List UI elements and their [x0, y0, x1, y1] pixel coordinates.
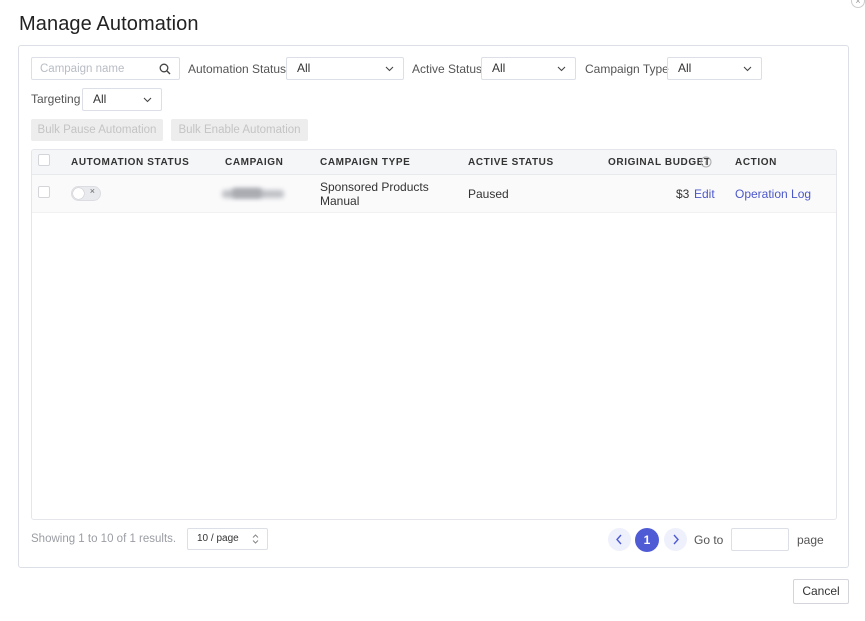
- targeting-label: Targeting: [31, 92, 81, 106]
- sort-arrows-icon: [252, 534, 259, 544]
- active-status-value: All: [492, 61, 506, 75]
- campaign-name-redacted: [222, 186, 288, 202]
- search-icon[interactable]: [159, 63, 171, 75]
- automation-status-label: Automation Status: [188, 62, 287, 76]
- results-summary: Showing 1 to 10 of 1 results.: [31, 533, 177, 545]
- table-header: AUTOMATION STATUS CAMPAIGN CAMPAIGN TYPE…: [32, 150, 836, 175]
- toggle-off-icon: ×: [89, 186, 95, 196]
- column-active-status: ACTIVE STATUS: [468, 157, 554, 168]
- column-campaign: CAMPAIGN: [225, 157, 284, 168]
- campaign-search: [31, 57, 180, 80]
- bulk-pause-button[interactable]: Bulk Pause Automation: [31, 119, 163, 141]
- column-action: ACTION: [735, 157, 777, 168]
- cancel-button[interactable]: Cancel: [793, 579, 849, 604]
- close-icon[interactable]: ×: [851, 0, 865, 8]
- column-original-budget: ORIGINAL BUDGET: [608, 157, 711, 168]
- budget-value: $3: [676, 187, 690, 201]
- automation-status-select[interactable]: All: [286, 57, 404, 80]
- chevron-down-icon: [557, 66, 566, 72]
- targeting-value: All: [93, 92, 107, 106]
- table-row: × Sponsored Products Manual Paused $3 Ed…: [32, 175, 836, 213]
- page-1-button[interactable]: 1: [635, 528, 659, 552]
- automation-panel: Automation Status All Active Status All …: [18, 45, 849, 568]
- row-checkbox[interactable]: [38, 186, 50, 198]
- active-status-value: Paused: [468, 187, 509, 201]
- goto-label: Go to: [694, 533, 724, 547]
- automation-toggle[interactable]: ×: [71, 186, 101, 201]
- page-label: page: [797, 533, 824, 547]
- page-size-select[interactable]: 10 / page: [187, 528, 268, 550]
- toggle-knob: [73, 188, 84, 199]
- info-icon[interactable]: [700, 156, 712, 168]
- chevron-down-icon: [385, 66, 394, 72]
- chevron-down-icon: [143, 97, 152, 103]
- active-status-label: Active Status: [412, 62, 483, 76]
- operation-log-link[interactable]: Operation Log: [735, 187, 811, 201]
- column-campaign-type: CAMPAIGN TYPE: [320, 157, 411, 168]
- next-page-button[interactable]: [664, 528, 687, 551]
- column-automation-status: AUTOMATION STATUS: [71, 157, 190, 168]
- chevron-right-icon: [673, 534, 679, 545]
- search-input[interactable]: [32, 58, 152, 79]
- campaign-type-select[interactable]: All: [667, 57, 762, 80]
- campaign-type-line2: Manual: [320, 194, 360, 208]
- select-all-checkbox[interactable]: [38, 154, 50, 166]
- bulk-enable-button[interactable]: Bulk Enable Automation: [171, 119, 308, 141]
- automation-table: AUTOMATION STATUS CAMPAIGN CAMPAIGN TYPE…: [31, 149, 837, 520]
- page-title: Manage Automation: [19, 13, 199, 35]
- page-size-value: 10 / page: [197, 533, 239, 544]
- edit-budget-link[interactable]: Edit: [694, 187, 715, 201]
- goto-page-input[interactable]: [731, 528, 789, 551]
- chevron-down-icon: [743, 66, 752, 72]
- campaign-type-label: Campaign Type: [585, 62, 669, 76]
- active-status-select[interactable]: All: [481, 57, 576, 80]
- campaign-type-value: All: [678, 61, 692, 75]
- prev-page-button[interactable]: [608, 528, 631, 551]
- chevron-left-icon: [616, 534, 622, 545]
- automation-status-value: All: [297, 61, 311, 75]
- campaign-type-line1: Sponsored Products: [320, 180, 429, 194]
- targeting-select[interactable]: All: [82, 88, 162, 111]
